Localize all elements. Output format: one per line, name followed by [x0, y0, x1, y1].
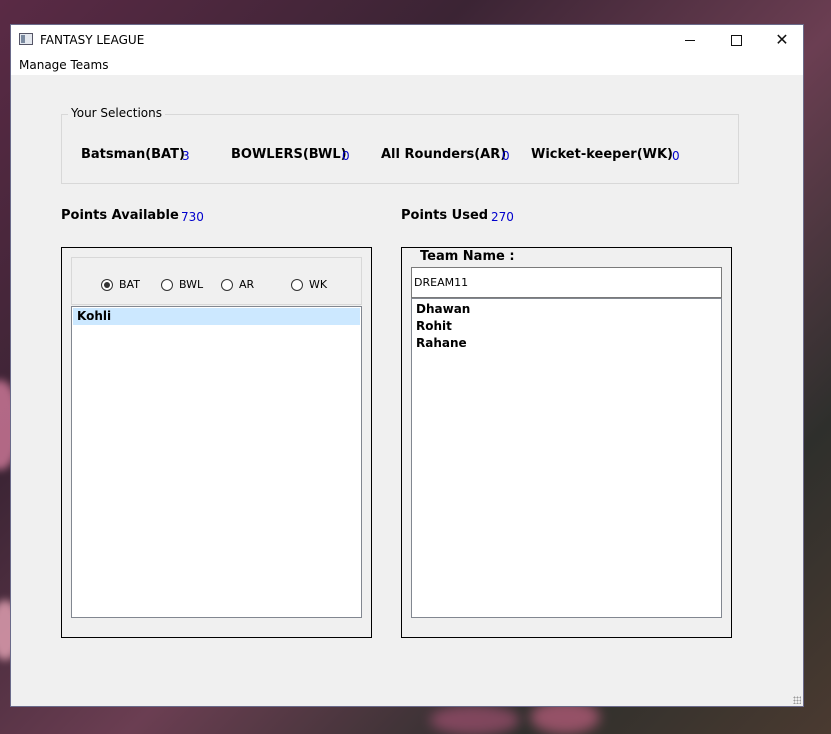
player-selection-panel: BAT BWL AR WK Kohli	[61, 247, 372, 638]
menu-item-manage-teams[interactable]: Manage Teams	[19, 58, 108, 72]
radio-ar[interactable]: AR	[221, 278, 254, 291]
radio-checked-icon	[101, 278, 113, 291]
radio-wk[interactable]: WK	[291, 278, 327, 291]
selections-group: Your Selections Batsman(BAT) 3 BOWLERS(B…	[61, 106, 739, 184]
background-decoration	[430, 705, 520, 734]
wicketkeeper-count: 0	[672, 149, 680, 163]
app-window-icon	[19, 33, 33, 45]
points-used-label: Points Used	[401, 208, 489, 223]
maximize-icon	[730, 34, 742, 46]
title-bar[interactable]: FANTASY LEAGUE ✕	[11, 25, 803, 55]
bowlers-count: 0	[342, 149, 350, 163]
menu-bar: Manage Teams	[11, 55, 803, 75]
list-item[interactable]: Rohit	[412, 318, 721, 335]
window-title: FANTASY LEAGUE	[40, 33, 145, 47]
minimize-icon	[685, 39, 695, 41]
points-available-value: 730	[181, 210, 204, 224]
allrounders-label: All Rounders(AR)	[381, 147, 507, 162]
batsman-label: Batsman(BAT)	[81, 147, 185, 162]
resize-grip-icon[interactable]	[793, 696, 801, 704]
close-button[interactable]: ✕	[759, 25, 805, 55]
list-item[interactable]: Kohli	[73, 308, 360, 325]
close-icon: ✕	[775, 30, 789, 49]
app-window: FANTASY LEAGUE ✕ Manage Teams Your Selec…	[10, 24, 804, 707]
points-available-label: Points Available	[61, 208, 179, 223]
list-item[interactable]: Rahane	[412, 335, 721, 352]
selections-group-title: Your Selections	[68, 106, 165, 120]
radio-unchecked-icon	[161, 278, 173, 291]
radio-unchecked-icon	[221, 278, 233, 291]
radio-bat-label: BAT	[119, 278, 140, 291]
radio-unchecked-icon	[291, 278, 303, 291]
wicketkeeper-label: Wicket-keeper(WK)	[531, 147, 673, 162]
team-name-label: Team Name :	[420, 249, 515, 264]
maximize-button[interactable]	[713, 25, 759, 55]
bowlers-label: BOWLERS(BWL)	[231, 147, 347, 162]
player-list[interactable]: Kohli	[71, 306, 362, 618]
allrounders-count: 0	[502, 149, 510, 163]
radio-bwl-label: BWL	[179, 278, 204, 291]
player-type-radio-group: BAT BWL AR WK	[71, 257, 362, 305]
team-members-list[interactable]: Dhawan Rohit Rahane	[411, 298, 722, 618]
minimize-button[interactable]	[667, 25, 713, 55]
radio-bwl[interactable]: BWL	[161, 278, 203, 291]
radio-ar-label: AR	[239, 278, 255, 291]
radio-wk-label: WK	[309, 278, 328, 291]
points-used-value: 270	[491, 210, 514, 224]
team-panel: Team Name : DREAM11 Dhawan Rohit Rahane	[401, 247, 732, 638]
radio-bat[interactable]: BAT	[101, 278, 140, 291]
list-item[interactable]: Dhawan	[412, 301, 721, 318]
team-name-field[interactable]: DREAM11	[411, 267, 722, 298]
batsman-count: 3	[182, 149, 190, 163]
